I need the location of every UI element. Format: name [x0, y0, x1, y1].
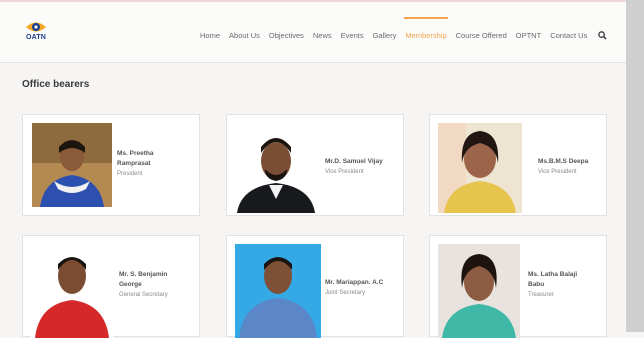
member-name: Ms. Preetha: [117, 150, 154, 157]
member-photo: [235, 244, 321, 338]
page-title: Office bearers: [22, 79, 90, 90]
member-card-president: Ms. Preetha Ramprasat President: [22, 114, 200, 216]
member-card-joint-secretary: Mr. Mariappan. A.C Joint Secretary: [226, 235, 404, 338]
search-icon[interactable]: [598, 30, 607, 40]
eye-logo-icon: [26, 22, 46, 32]
nav-membership[interactable]: Membership: [404, 16, 448, 40]
member-photo: [233, 123, 319, 213]
member-name: Mr. S. Benjamin: [119, 271, 168, 278]
member-role: Treasurer: [528, 292, 554, 298]
nav-course-offered[interactable]: Course Offered: [456, 31, 507, 40]
member-name: Mr.D. Samuel Vijay: [325, 158, 383, 165]
nav-gallery[interactable]: Gallery: [373, 31, 397, 40]
member-photo: [438, 123, 522, 213]
nav-home[interactable]: Home: [200, 31, 220, 40]
member-name-line2: Babu: [528, 281, 545, 288]
member-name: Ms.B.M.S Deepa: [538, 158, 589, 165]
member-photo: [31, 244, 113, 338]
member-card-treasurer: Ms. Latha Balaji Babu Treasurer: [429, 235, 607, 338]
member-role: Joint Secretary: [325, 290, 366, 296]
nav-news[interactable]: News: [313, 31, 332, 40]
nav-contact-us[interactable]: Contact Us: [550, 31, 587, 40]
member-role: Vice President: [538, 169, 577, 175]
logo-text: OATN: [25, 34, 47, 41]
nav-events[interactable]: Events: [341, 31, 364, 40]
member-photo: [438, 244, 520, 338]
member-card-general-secretary: Mr. S. Benjamin George General Secretary: [22, 235, 200, 338]
member-name: Ms. Latha Balaji: [528, 271, 578, 278]
member-card-vice-president-1: Mr.D. Samuel Vijay Vice President: [226, 114, 404, 216]
member-card-vice-president-2: Ms.B.M.S Deepa Vice President: [429, 114, 607, 216]
member-name-line2: George: [119, 281, 142, 288]
nav-optnt[interactable]: OPTNT: [516, 31, 541, 40]
site-logo[interactable]: OATN: [22, 20, 50, 48]
member-photo: [32, 123, 112, 207]
nav-objectives[interactable]: Objectives: [269, 31, 304, 40]
member-role: Vice President: [325, 169, 364, 175]
member-role: President: [117, 171, 143, 177]
nav-about-us[interactable]: About Us: [229, 31, 260, 40]
member-role: General Secretary: [119, 292, 168, 298]
main-nav: Home About Us Objectives News Events Gal…: [200, 16, 607, 42]
member-name-line2: Ramprasat: [117, 160, 151, 167]
page-scrollbar[interactable]: [626, 0, 644, 332]
site-header: OATN Home About Us Objectives News Event…: [0, 2, 626, 63]
member-name: Mr. Mariappan. A.C: [325, 279, 384, 286]
